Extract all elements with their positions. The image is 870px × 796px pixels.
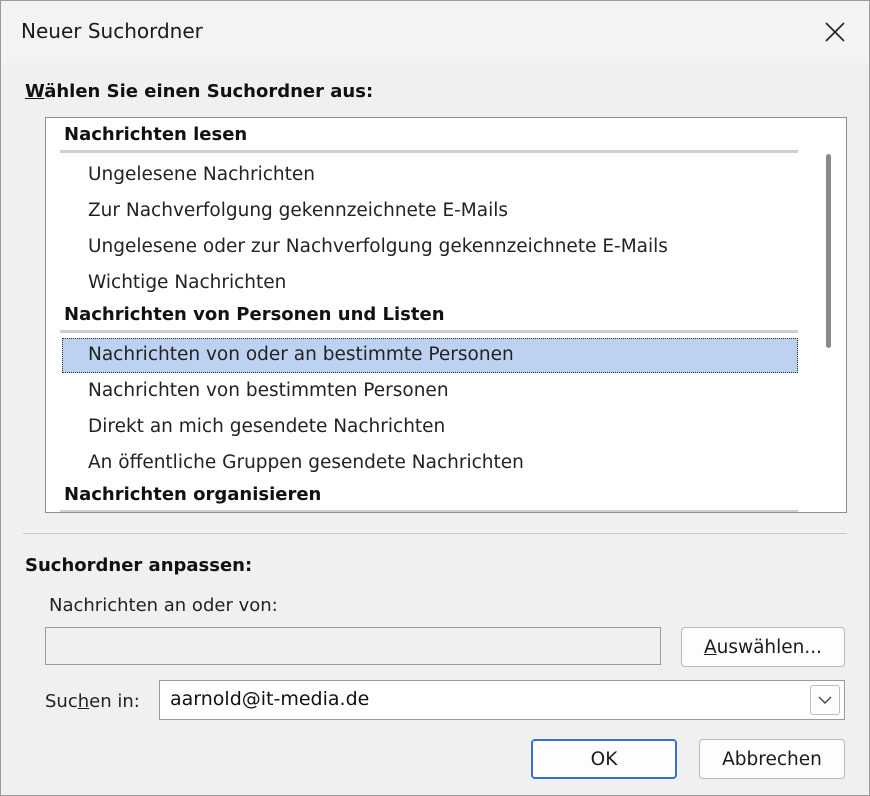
search-in-label: Suchen in: xyxy=(45,691,140,712)
close-button[interactable] xyxy=(815,15,855,49)
label-text: en in: xyxy=(89,691,140,712)
list-item[interactable]: Wichtige Nachrichten xyxy=(62,266,798,301)
messages-to-from-field[interactable] xyxy=(45,627,661,665)
list-item[interactable]: Ungelesene oder zur Nachverfolgung geken… xyxy=(62,230,798,265)
list-item[interactable]: An öffentliche Gruppen gesendete Nachric… xyxy=(62,446,798,481)
accelerator-char: h xyxy=(77,691,90,712)
list-item[interactable]: Nachrichten von bestimmten Personen xyxy=(62,374,798,409)
list-item[interactable]: Zur Nachverfolgung gekennzeichnete E-Mai… xyxy=(62,194,798,229)
list-item[interactable]: Ungelesene Nachrichten xyxy=(62,158,798,193)
button-label: uswählen... xyxy=(716,636,823,658)
scroll-thumb[interactable] xyxy=(826,154,831,348)
group-divider xyxy=(60,330,798,333)
select-button[interactable]: Auswählen... xyxy=(681,627,845,667)
cancel-button[interactable]: Abbrechen xyxy=(699,739,845,779)
group-divider xyxy=(60,510,798,512)
dialog-title: Neuer Suchordner xyxy=(21,19,203,43)
search-folder-listbox[interactable]: Nachrichten lesen Ungelesene Nachrichten… xyxy=(45,117,847,513)
section-divider xyxy=(23,533,847,534)
group-header-organize: Nachrichten organisieren xyxy=(64,484,322,505)
accelerator-char: A xyxy=(703,636,717,658)
messages-to-from-label: Nachrichten an oder von: xyxy=(49,595,278,616)
choose-search-folder-label: Wählen Sie einen Suchordner aus: xyxy=(25,81,373,102)
close-icon xyxy=(825,22,845,42)
list-content: Nachrichten lesen Ungelesene Nachrichten… xyxy=(46,118,812,512)
list-scrollbar[interactable] xyxy=(812,118,846,512)
customize-heading: Suchordner anpassen: xyxy=(25,555,253,576)
dropdown-button[interactable] xyxy=(810,685,840,715)
search-in-value: aarnold@it-media.de xyxy=(170,688,370,710)
label-text: ählen Sie einen Suchordner aus: xyxy=(44,81,374,102)
group-header-people: Nachrichten von Personen und Listen xyxy=(64,304,445,325)
group-divider xyxy=(60,150,798,153)
group-header-read: Nachrichten lesen xyxy=(64,124,248,145)
list-item-selected[interactable]: Nachrichten von oder an bestimmte Person… xyxy=(62,338,798,373)
list-item[interactable]: Direkt an mich gesendete Nachrichten xyxy=(62,410,798,445)
ok-button[interactable]: OK xyxy=(531,739,677,779)
label-text: Suc xyxy=(45,691,78,712)
chevron-down-icon xyxy=(818,696,832,704)
title-bar[interactable]: Neuer Suchordner xyxy=(1,1,869,63)
accelerator-char: W xyxy=(25,81,45,102)
search-in-dropdown[interactable]: aarnold@it-media.de xyxy=(159,680,845,720)
new-search-folder-dialog: Neuer Suchordner Wählen Sie einen Suchor… xyxy=(0,0,870,796)
